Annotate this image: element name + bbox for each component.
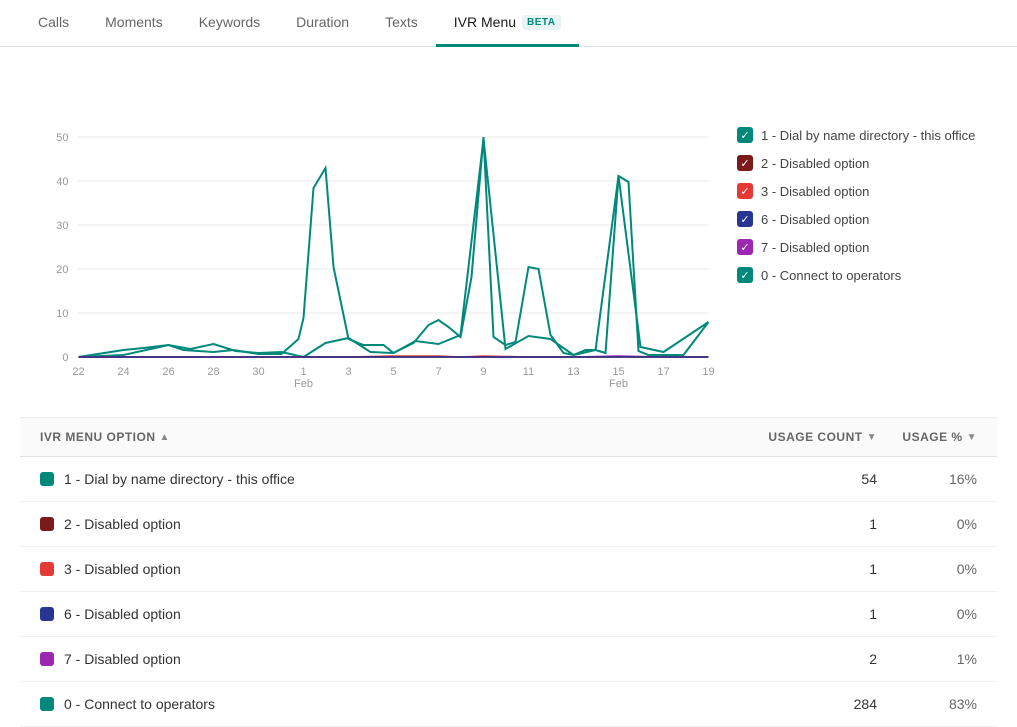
svg-text:17: 17	[657, 366, 669, 378]
color-dot-0	[40, 697, 54, 711]
svg-text:1: 1	[300, 366, 306, 378]
table-row: 3 - Disabled option 1 0%	[20, 547, 997, 592]
tab-bar: Calls Moments Keywords Duration Texts IV…	[0, 0, 1017, 47]
legend-checkbox-disabled-2: ✓	[737, 155, 753, 171]
color-dot-3	[40, 562, 54, 576]
table-row: 0 - Connect to operators 284 83%	[20, 682, 997, 727]
row-count-3: 1	[757, 561, 877, 577]
row-count-7: 2	[757, 651, 877, 667]
col-header-count[interactable]: USAGE COUNT ▼	[757, 430, 877, 444]
chart-section: 0 10 20 30 40 50 22 24 26 28 30 1 3 5 7 …	[20, 67, 997, 387]
legend-checkbox-disabled-3: ✓	[737, 183, 753, 199]
svg-text:0: 0	[62, 352, 68, 364]
tab-ivr-menu[interactable]: IVR Menu BETA	[436, 0, 579, 47]
svg-text:13: 13	[567, 366, 579, 378]
col-header-pct[interactable]: USAGE % ▼	[877, 430, 977, 444]
svg-text:9: 9	[480, 366, 486, 378]
sort-icon-count: ▼	[867, 432, 877, 443]
table-row: 1 - Dial by name directory - this office…	[20, 457, 997, 502]
svg-text:50: 50	[56, 132, 68, 144]
table-header: IVR MENU OPTION ▲ USAGE COUNT ▼ USAGE % …	[20, 418, 997, 457]
svg-text:20: 20	[56, 264, 68, 276]
row-option-2: 2 - Disabled option	[40, 516, 757, 532]
row-count-1: 54	[757, 471, 877, 487]
svg-text:26: 26	[162, 366, 174, 378]
legend-checkbox-disabled-7: ✓	[737, 239, 753, 255]
svg-text:Feb: Feb	[294, 378, 313, 387]
svg-text:7: 7	[435, 366, 441, 378]
chart-container: 0 10 20 30 40 50 22 24 26 28 30 1 3 5 7 …	[20, 67, 717, 387]
row-option-0: 0 - Connect to operators	[40, 696, 757, 712]
legend-checkbox-disabled-6: ✓	[737, 211, 753, 227]
tab-texts[interactable]: Texts	[367, 0, 436, 47]
row-pct-0: 83%	[877, 696, 977, 712]
color-dot-7	[40, 652, 54, 666]
sort-icon-option: ▲	[160, 432, 170, 443]
svg-text:5: 5	[390, 366, 396, 378]
line-chart: 0 10 20 30 40 50 22 24 26 28 30 1 3 5 7 …	[20, 67, 717, 387]
tab-duration[interactable]: Duration	[278, 0, 367, 47]
col-header-option[interactable]: IVR MENU OPTION ▲	[40, 430, 757, 444]
legend-item-disabled-2[interactable]: ✓ 2 - Disabled option	[737, 155, 997, 171]
svg-text:15: 15	[612, 366, 624, 378]
row-pct-6: 0%	[877, 606, 977, 622]
svg-text:Feb: Feb	[609, 378, 628, 387]
table-row: 6 - Disabled option 1 0%	[20, 592, 997, 637]
svg-text:28: 28	[207, 366, 219, 378]
tab-moments[interactable]: Moments	[87, 0, 181, 47]
table-row: 7 - Disabled option 2 1%	[20, 637, 997, 682]
table-row: 2 - Disabled option 1 0%	[20, 502, 997, 547]
row-pct-7: 1%	[877, 651, 977, 667]
svg-text:30: 30	[56, 220, 68, 232]
legend-item-dial-by-name[interactable]: ✓ 1 - Dial by name directory - this offi…	[737, 127, 997, 143]
color-dot-6	[40, 607, 54, 621]
svg-text:3: 3	[345, 366, 351, 378]
row-count-0: 284	[757, 696, 877, 712]
row-pct-1: 16%	[877, 471, 977, 487]
color-dot-1	[40, 472, 54, 486]
row-count-6: 1	[757, 606, 877, 622]
legend-item-disabled-3[interactable]: ✓ 3 - Disabled option	[737, 183, 997, 199]
row-pct-2: 0%	[877, 516, 977, 532]
legend-item-disabled-6[interactable]: ✓ 6 - Disabled option	[737, 211, 997, 227]
legend-item-disabled-7[interactable]: ✓ 7 - Disabled option	[737, 239, 997, 255]
teal-line-primary	[79, 137, 709, 357]
legend-item-connect-operators[interactable]: ✓ 0 - Connect to operators	[737, 267, 997, 283]
legend-checkbox-connect-operators: ✓	[737, 267, 753, 283]
svg-text:19: 19	[702, 366, 714, 378]
main-content: 0 10 20 30 40 50 22 24 26 28 30 1 3 5 7 …	[0, 47, 1017, 727]
row-count-2: 1	[757, 516, 877, 532]
svg-text:24: 24	[117, 366, 129, 378]
row-pct-3: 0%	[877, 561, 977, 577]
svg-text:11: 11	[523, 366, 534, 378]
svg-text:30: 30	[252, 366, 264, 378]
color-dot-2	[40, 517, 54, 531]
sort-icon-pct: ▼	[967, 432, 977, 443]
row-option-3: 3 - Disabled option	[40, 561, 757, 577]
legend-checkbox-dial-by-name: ✓	[737, 127, 753, 143]
svg-text:40: 40	[56, 176, 68, 188]
tab-calls[interactable]: Calls	[20, 0, 87, 47]
beta-badge: BETA	[522, 15, 560, 30]
row-option-6: 6 - Disabled option	[40, 606, 757, 622]
chart-legend: ✓ 1 - Dial by name directory - this offi…	[737, 67, 997, 387]
data-table: IVR MENU OPTION ▲ USAGE COUNT ▼ USAGE % …	[20, 417, 997, 727]
svg-text:10: 10	[56, 308, 68, 320]
row-option-1: 1 - Dial by name directory - this office	[40, 471, 757, 487]
tab-keywords[interactable]: Keywords	[181, 0, 278, 47]
row-option-7: 7 - Disabled option	[40, 651, 757, 667]
svg-text:22: 22	[72, 366, 84, 378]
